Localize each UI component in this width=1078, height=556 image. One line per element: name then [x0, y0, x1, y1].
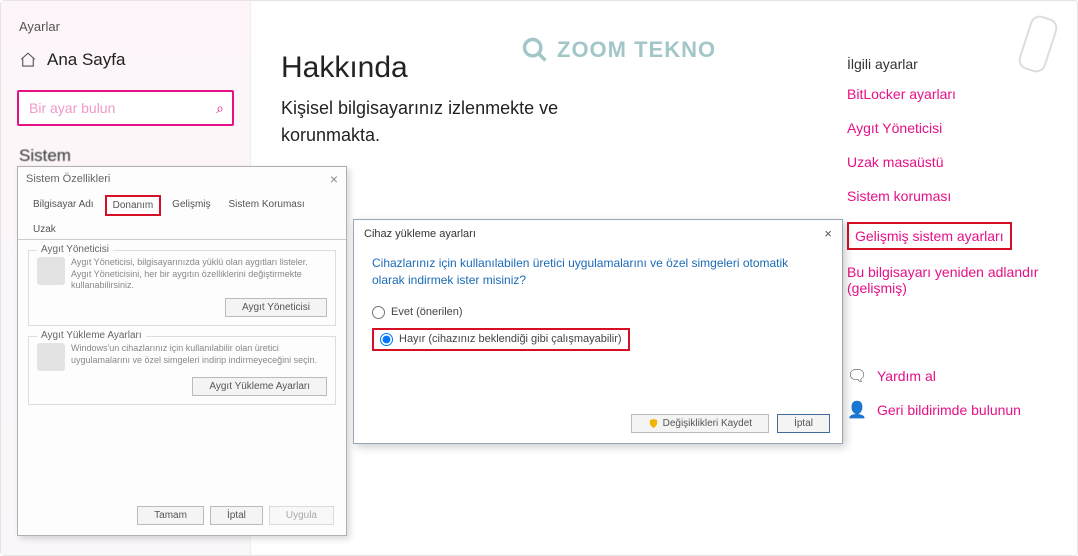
chat-icon: 🗨	[847, 366, 867, 386]
link-rename-pc[interactable]: Bu bilgisayarı yeniden adlandır (gelişmi…	[847, 264, 1057, 296]
watermark-logo: ZOOM TEKNO	[521, 36, 716, 64]
btn-ok[interactable]: Tamam	[137, 506, 204, 525]
device-install-dialog: Cihaz yükleme ayarları × Cihazlarınız iç…	[353, 219, 843, 444]
btn-install-settings[interactable]: Aygıt Yükleme Ayarları	[192, 377, 327, 396]
home-icon	[19, 51, 37, 69]
legend-devmgr: Aygıt Yöneticisi	[37, 244, 113, 255]
tab-system-protection[interactable]: Sistem Koruması	[222, 195, 312, 216]
protection-status: Kişisel bilgisayarınız izlenmekte ve kor…	[281, 95, 641, 149]
save-label: Değişiklikleri Kaydet	[663, 418, 752, 429]
link-remote-desktop[interactable]: Uzak masaüstü	[847, 154, 1057, 170]
legend-install: Aygıt Yükleme Ayarları	[37, 330, 146, 341]
btn-cancel[interactable]: İptal	[210, 506, 263, 525]
related-heading: İlgili ayarlar	[847, 56, 1057, 72]
logo-text: ZOOM TEKNO	[557, 37, 716, 63]
radio-yes[interactable]: Evet (önerilen)	[372, 303, 824, 322]
search-icon: ⌕	[216, 100, 224, 117]
search-input[interactable]	[27, 99, 216, 117]
btn-device-manager[interactable]: Aygıt Yöneticisi	[225, 298, 327, 317]
feedback-action[interactable]: 👤 Geri bildirimde bulunun	[847, 400, 1057, 420]
feedback-label: Geri bildirimde bulunun	[877, 402, 1021, 418]
home-nav[interactable]: Ana Sayfa	[1, 40, 250, 80]
link-system-protection[interactable]: Sistem koruması	[847, 188, 1057, 204]
device-manager-icon	[37, 257, 65, 285]
tab-advanced[interactable]: Gelişmiş	[165, 195, 217, 216]
radio-yes-label: Evet (önerilen)	[391, 306, 463, 318]
link-device-manager[interactable]: Aygıt Yöneticisi	[847, 120, 1057, 136]
btn-apply: Uygula	[269, 506, 334, 525]
help-label: Yardım al	[877, 368, 936, 384]
devdlg-close-icon[interactable]: ×	[824, 226, 832, 241]
radio-yes-input[interactable]	[372, 306, 385, 319]
install-desc: Windows'un cihazlarınız için kullanılabi…	[71, 343, 327, 371]
btn-cancel-dlg[interactable]: İptal	[777, 414, 830, 433]
radio-no-label: Hayır (cihazınız beklendiği gibi çalışma…	[399, 333, 622, 345]
window-title: Ayarlar	[1, 9, 250, 40]
tab-computer-name[interactable]: Bilgisayar Adı	[26, 195, 101, 216]
system-properties-dialog: Sistem Özellikleri × Bilgisayar Adı Dona…	[17, 166, 347, 536]
home-label: Ana Sayfa	[47, 50, 125, 70]
sysprops-close-icon[interactable]: ×	[330, 171, 338, 187]
shield-icon	[648, 418, 659, 429]
group-device-manager: Aygıt Yöneticisi Aygıt Yöneticisi, bilgi…	[28, 250, 336, 326]
sysprops-tabs: Bilgisayar Adı Donanım Gelişmiş Sistem K…	[18, 191, 346, 240]
tab-remote[interactable]: Uzak	[26, 220, 63, 239]
devdlg-question: Cihazlarınız için kullanılabilen üretici…	[372, 255, 824, 289]
radio-no[interactable]: Hayır (cihazınız beklendiği gibi çalışma…	[372, 328, 630, 351]
radio-no-input[interactable]	[380, 333, 393, 346]
devmgr-desc: Aygıt Yöneticisi, bilgisayarınızda yüklü…	[71, 257, 327, 292]
person-icon: 👤	[847, 400, 867, 420]
link-bitlocker[interactable]: BitLocker ayarları	[847, 86, 1057, 102]
btn-save-changes[interactable]: Değişiklikleri Kaydet	[631, 414, 769, 433]
group-install-settings: Aygıt Yükleme Ayarları Windows'un cihazl…	[28, 336, 336, 405]
search-box[interactable]: ⌕	[17, 90, 234, 126]
sysprops-title: Sistem Özellikleri	[26, 173, 110, 185]
magnifier-icon	[521, 36, 549, 64]
install-settings-icon	[37, 343, 65, 371]
link-advanced-system[interactable]: Gelişmiş sistem ayarları	[847, 222, 1012, 250]
devdlg-title: Cihaz yükleme ayarları	[364, 228, 476, 240]
tab-hardware[interactable]: Donanım	[105, 195, 162, 216]
related-settings: İlgili ayarlar BitLocker ayarları Aygıt …	[847, 56, 1057, 434]
help-action[interactable]: 🗨 Yardım al	[847, 366, 1057, 386]
section-system: Sistem	[1, 136, 250, 166]
